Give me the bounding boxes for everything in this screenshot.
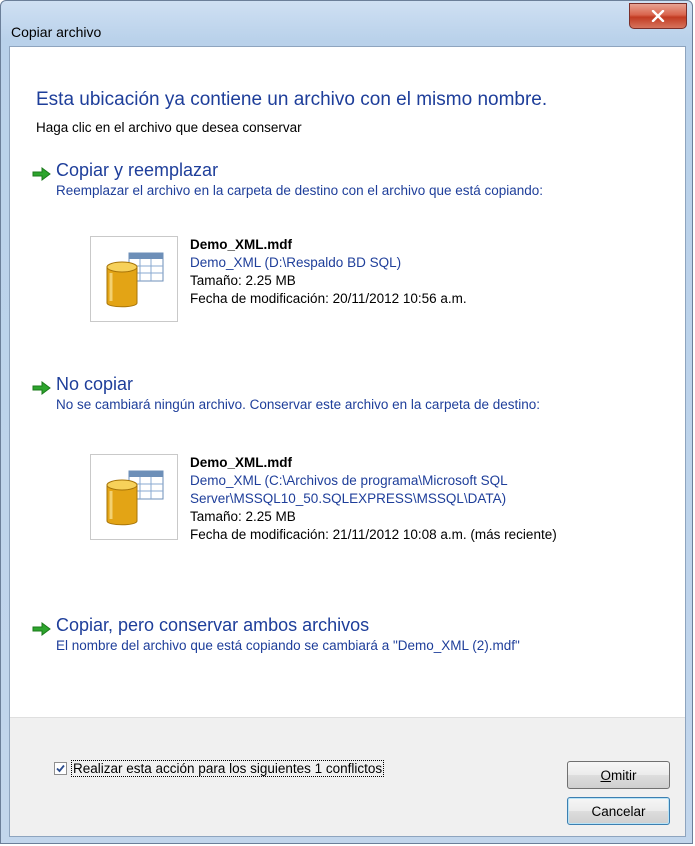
option-copy-replace[interactable]: Copiar y reemplazar Reemplazar el archiv…: [32, 158, 656, 200]
dialog-window: Copiar archivo Esta ubicación ya contien…: [0, 0, 693, 844]
green-arrow-icon: [32, 381, 51, 395]
title-bar[interactable]: Copiar archivo: [1, 1, 694, 47]
file-modified: Fecha de modificación: 20/11/2012 10:56 …: [190, 291, 467, 306]
cancel-button[interactable]: Cancelar: [567, 797, 670, 825]
conflict-heading: Esta ubicación ya contiene un archivo co…: [36, 89, 548, 110]
apply-to-all-label[interactable]: Realizar esta acción para los siguientes…: [71, 760, 385, 777]
omit-button-label: Omitir: [600, 767, 637, 783]
file-modified: Fecha de modificación: 21/11/2012 10:08 …: [190, 527, 557, 542]
close-icon: [651, 10, 665, 22]
option-title[interactable]: No copiar: [56, 372, 656, 396]
option-description: No se cambiará ningún archivo. Conservar…: [56, 397, 541, 412]
file-location: Demo_XML (C:\Archivos de programa\Micros…: [190, 473, 508, 506]
file-details: Demo_XML.mdf Demo_XML (D:\Respaldo BD SQ…: [190, 236, 670, 308]
window-title: Copiar archivo: [11, 24, 102, 40]
option-description: El nombre del archivo que está copiando …: [56, 638, 520, 653]
close-button[interactable]: [629, 3, 687, 29]
file-size: Tamaño: 2.25 MB: [190, 509, 296, 524]
dialog-content: Esta ubicación ya contiene un archivo co…: [9, 46, 686, 837]
apply-to-all-checkbox[interactable]: [54, 762, 67, 775]
option-do-not-copy[interactable]: No copiar No se cambiará ningún archivo.…: [32, 372, 656, 414]
file-thumbnail: [90, 454, 178, 540]
green-arrow-icon: [32, 167, 51, 181]
green-arrow-icon: [32, 622, 51, 636]
option-title[interactable]: Copiar y reemplazar: [56, 158, 656, 182]
cancel-button-label: Cancelar: [591, 803, 646, 819]
file-thumbnail: [90, 236, 178, 322]
conflict-subheading: Haga clic en el archivo que desea conser…: [36, 120, 302, 135]
database-file-icon: [106, 252, 164, 308]
file-name: Demo_XML.mdf: [190, 237, 293, 252]
database-file-icon: [106, 470, 164, 526]
file-name: Demo_XML.mdf: [190, 455, 293, 470]
option-title[interactable]: Copiar, pero conservar ambos archivos: [56, 613, 656, 637]
checkmark-icon: [56, 764, 65, 773]
file-location: Demo_XML (D:\Respaldo BD SQL): [190, 255, 402, 270]
file-size: Tamaño: 2.25 MB: [190, 273, 296, 288]
option-description: Reemplazar el archivo en la carpeta de d…: [56, 183, 544, 198]
option-keep-both[interactable]: Copiar, pero conservar ambos archivos El…: [32, 613, 656, 655]
apply-to-all-checkbox-row[interactable]: Realizar esta acción para los siguientes…: [54, 760, 385, 777]
omit-button[interactable]: Omitir: [567, 761, 670, 789]
file-details: Demo_XML.mdf Demo_XML (C:\Archivos de pr…: [190, 454, 670, 544]
